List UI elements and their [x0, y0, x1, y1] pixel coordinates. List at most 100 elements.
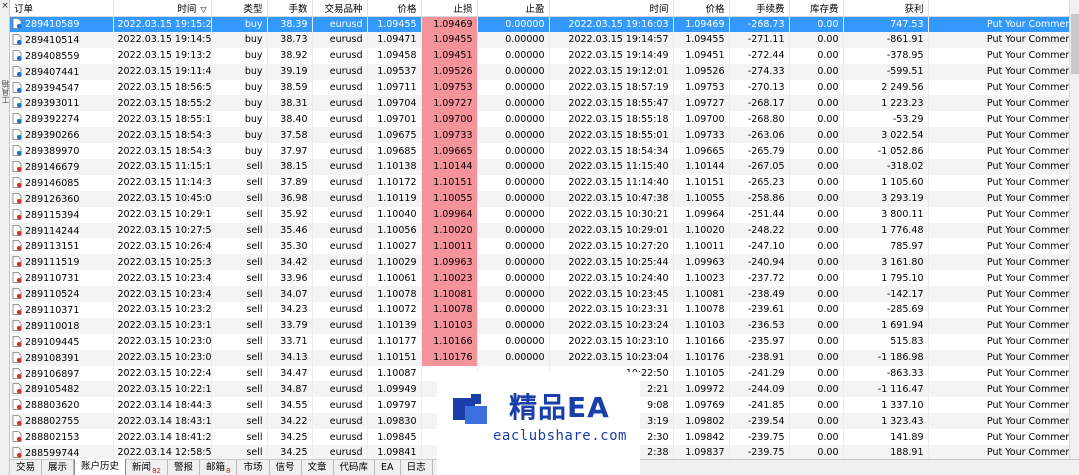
cell-symbol: eurusd — [312, 159, 368, 175]
close-icon[interactable]: × — [1, 1, 9, 11]
cell-order: 289106897 — [10, 365, 114, 382]
tab-label: 邮箱 — [206, 462, 226, 473]
cell-profit: -599.51 — [843, 63, 929, 80]
tab-3[interactable]: 新闻82 — [126, 460, 168, 475]
order-number: 289114244 — [25, 225, 80, 237]
tab-4[interactable]: 警报 — [168, 460, 200, 475]
table-row[interactable]: 289393011 2022.03.15 18:55:23 buy 38.31 euru… — [10, 95, 1079, 112]
cell-close-time: 2022.03.15 10:30:21 — [549, 206, 674, 223]
cell-symbol: eurusd — [312, 270, 368, 287]
table-row[interactable]: 289146679 2022.03.15 11:15:16 sell 38.15 eur… — [10, 159, 1079, 175]
table-row[interactable]: 289110371 2022.03.15 10:23:26 sell 34.23 eur… — [10, 302, 1079, 318]
cell-close-price: 1.09727 — [673, 95, 730, 112]
table-row[interactable]: 289109445 2022.03.15 10:23:09 sell 33.71 eur… — [10, 333, 1079, 350]
cell-close-price: 1.09455 — [673, 31, 730, 48]
cell-close-price: 1.10103 — [673, 317, 730, 334]
cell-close-time: 2022.03.15 18:55:18 — [549, 111, 674, 128]
column-header-stop-loss[interactable]: 止损 — [421, 0, 478, 17]
cell-profit: 1 691.94 — [843, 317, 929, 334]
tab-label: 文章 — [307, 462, 327, 473]
scrollbar-thumb[interactable] — [1071, 14, 1079, 74]
cell-open-time: 2022.03.14 18:41:25 — [113, 429, 212, 446]
cell-take-profit: 0.00000 — [477, 95, 550, 112]
sell-order-icon — [12, 319, 22, 331]
table-row[interactable]: 289407441 2022.03.15 19:11:45 buy 39.19 euru… — [10, 63, 1079, 80]
cell-close-price: 1.09972 — [673, 381, 730, 398]
cell-open-time: 2022.03.15 19:15:21 — [113, 16, 212, 32]
cell-swap: 0.00 — [789, 111, 844, 128]
cell-stop-loss: 1.10023 — [421, 270, 478, 287]
column-header-profit[interactable]: 获利 — [843, 0, 929, 17]
tab-5[interactable]: 邮箱8 — [200, 460, 238, 475]
column-header-type[interactable]: 类型 — [211, 0, 268, 17]
table-row[interactable]: 289126360 2022.03.15 10:45:06 sell 36.98 eur… — [10, 190, 1079, 207]
table-row[interactable]: 289410589 2022.03.15 19:15:21 buy 38.39 euru… — [10, 16, 1079, 32]
tab-8[interactable]: 文章 — [302, 460, 334, 475]
table-row[interactable]: 289110018 2022.03.15 10:23:14 sell 33.79 eur… — [10, 317, 1079, 334]
table-row[interactable]: 289113151 2022.03.15 10:26:49 sell 35.30 eur… — [10, 238, 1079, 255]
sell-order-icon — [12, 415, 22, 427]
column-header-swap[interactable]: 库存费 — [789, 0, 844, 17]
tab-9[interactable]: 代码库 — [334, 460, 376, 475]
cell-symbol: eurusd — [312, 47, 368, 64]
cell-open-time: 2022.03.15 10:22:48 — [113, 365, 212, 382]
table-row[interactable]: 289115394 2022.03.15 10:29:17 sell 35.92 eur… — [10, 206, 1079, 223]
table-row[interactable]: 289408559 2022.03.15 19:13:26 buy 38.92 euru… — [10, 47, 1079, 64]
cell-stop-loss: 1.10078 — [421, 302, 478, 318]
table-row[interactable]: 289392274 2022.03.15 18:55:15 buy 38.40 euru… — [10, 111, 1079, 128]
column-header-lots[interactable]: 手数 — [267, 0, 313, 17]
table-row[interactable]: 289110731 2022.03.15 10:23:49 sell 33.96 eur… — [10, 270, 1079, 287]
column-header-close-time[interactable]: 时间 — [549, 0, 674, 17]
tab-7[interactable]: 信号 — [270, 460, 302, 475]
sell-order-icon — [12, 335, 22, 347]
cell-stop-loss: 1.10020 — [421, 222, 478, 239]
table-row[interactable]: 289389970 2022.03.15 18:54:33 buy 37.97 euru… — [10, 143, 1079, 160]
table-row[interactable]: 289390266 2022.03.15 18:54:39 buy 37.58 euru… — [10, 127, 1079, 144]
vertical-scrollbar[interactable] — [1069, 0, 1079, 459]
cell-lots: 34.87 — [267, 381, 313, 398]
cell-close-price: 1.09665 — [673, 143, 730, 160]
tab-label: EA — [381, 462, 394, 473]
tab-label: 代码库 — [339, 462, 369, 473]
tab-1[interactable]: 展示 — [42, 460, 75, 475]
order-number: 289108391 — [25, 352, 80, 364]
table-row[interactable]: 289114244 2022.03.15 10:27:53 sell 35.46 eur… — [10, 222, 1079, 239]
column-header-price[interactable]: 价格 — [367, 0, 422, 17]
column-header-commission[interactable]: 手续费 — [729, 0, 790, 17]
tab-6[interactable]: 市场 — [237, 460, 270, 475]
table-row[interactable]: 289108391 2022.03.15 10:23:01 sell 34.13 eur… — [10, 349, 1079, 366]
sell-order-icon — [12, 288, 22, 299]
column-header-comment[interactable]: 注释 — [928, 0, 1079, 17]
column-header-order[interactable]: 订单 — [10, 0, 114, 17]
cell-comment: Put Your Comment here[sl] — [928, 63, 1079, 80]
table-row[interactable]: 289110524 2022.03.15 10:23:41 sell 34.07 eur… — [10, 286, 1079, 303]
tab-0[interactable]: 交易 — [10, 460, 43, 475]
cell-price: 1.10056 — [367, 222, 422, 239]
cell-open-time: 2022.03.15 18:54:39 — [113, 127, 212, 144]
table-row[interactable]: 289146085 2022.03.15 11:14:36 sell 37.89 eur… — [10, 174, 1079, 191]
cell-type: buy — [211, 47, 268, 64]
sell-order-icon — [12, 256, 22, 268]
table-row[interactable]: 289111519 2022.03.15 10:25:37 sell 34.42 eur… — [10, 254, 1079, 271]
table-row[interactable]: 289394547 2022.03.15 18:56:58 buy 38.59 euru… — [10, 79, 1079, 96]
cell-take-profit: 0.00000 — [477, 206, 550, 223]
tab-10[interactable]: EA — [375, 460, 401, 475]
column-header-label: 手数 — [288, 3, 308, 15]
cell-take-profit: 0.00000 — [477, 31, 550, 48]
column-header-symbol[interactable]: 交易品种 — [312, 0, 368, 17]
cell-order: 289110371 — [10, 302, 114, 318]
column-header-close-price[interactable]: 价格 — [673, 0, 730, 17]
cell-profit: 3 161.80 — [843, 254, 929, 271]
cell-open-time: 2022.03.15 19:13:26 — [113, 47, 212, 64]
column-header-take-profit[interactable]: 止盈 — [477, 0, 550, 17]
cell-open-time: 2022.03.15 18:55:15 — [113, 111, 212, 128]
column-header-open-time[interactable]: 时间 ▽ — [113, 0, 212, 17]
tab-2[interactable]: 账户历史 — [74, 459, 127, 475]
table-row[interactable]: 289410514 2022.03.15 19:14:52 buy 38.73 euru… — [10, 31, 1079, 48]
cell-close-time: 2022.03.15 18:55:47 — [549, 95, 674, 112]
cell-open-time: 2022.03.15 18:54:33 — [113, 143, 212, 160]
cell-comment: Put Your Comment here[sl] — [928, 111, 1079, 128]
tab-11[interactable]: 日志 — [401, 460, 433, 475]
cell-order: 289393011 — [10, 95, 114, 112]
order-number: 289394547 — [25, 82, 80, 94]
